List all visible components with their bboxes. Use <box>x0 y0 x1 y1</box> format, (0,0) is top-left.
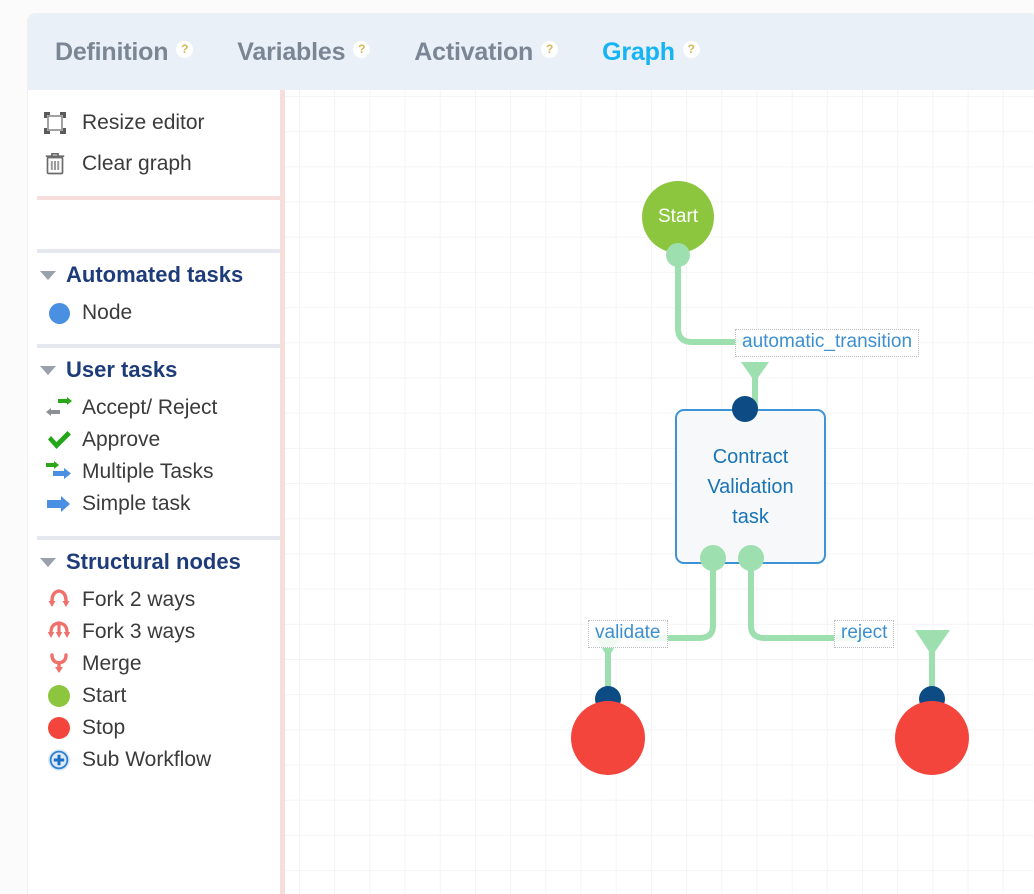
section-user-tasks[interactable]: User tasks <box>28 348 280 392</box>
palette-item-node-label: Node <box>82 301 133 324</box>
port-start-out[interactable] <box>666 243 690 267</box>
tab-graph[interactable]: Graph ? <box>602 38 700 67</box>
fork-3-icon <box>44 619 74 645</box>
graph-node-stop-2[interactable] <box>895 701 969 775</box>
port-contract-out-validate[interactable] <box>700 545 726 571</box>
palette-item-accept-reject[interactable]: Accept/ Reject <box>28 392 280 424</box>
tab-variables[interactable]: Variables ? <box>237 37 371 67</box>
green-circle-icon <box>44 683 74 709</box>
sidebar-resize-handle[interactable] <box>280 90 285 894</box>
multiple-arrows-icon <box>44 459 74 485</box>
edge-label-automatic-transition[interactable]: automatic_transition <box>735 329 920 357</box>
tab-activation[interactable]: Activation ? <box>414 37 559 67</box>
editor-body: Resize editor Clear graph Automated task… <box>28 90 1034 894</box>
port-contract-out-reject[interactable] <box>738 545 764 571</box>
tab-graph-label: Graph <box>602 37 675 66</box>
palette-item-sub-workflow-label: Sub Workflow <box>82 748 212 771</box>
trash-icon <box>40 151 70 177</box>
graph-node-contract-validation-label: Contract Validation task <box>707 445 794 528</box>
help-icon[interactable]: ? <box>176 40 194 58</box>
palette-item-simple-task[interactable]: Simple task <box>28 488 280 520</box>
palette-item-approve[interactable]: Approve <box>28 424 280 456</box>
palette-item-node[interactable]: Node <box>28 297 280 329</box>
clear-graph-button[interactable]: Clear graph <box>28 143 280 184</box>
section-automated-tasks-title: Automated tasks <box>66 262 244 287</box>
palette-sidebar: Resize editor Clear graph Automated task… <box>28 90 280 894</box>
section-automated-tasks[interactable]: Automated tasks <box>28 253 280 297</box>
graph-node-stop-1[interactable] <box>571 701 645 775</box>
tab-definition[interactable]: Definition ? <box>55 37 194 67</box>
palette-item-simple-task-label: Simple task <box>82 492 191 515</box>
fork-2-icon <box>44 587 74 613</box>
chevron-down-icon[interactable] <box>40 557 56 567</box>
edge-label-validate[interactable]: validate <box>588 620 668 648</box>
palette-item-stop-label: Stop <box>82 716 126 739</box>
tab-bar: Definition ? Variables ? Activation ? Gr… <box>28 14 1034 90</box>
palette-spacer <box>28 200 280 249</box>
tab-definition-label: Definition <box>55 37 169 66</box>
palette-item-sub-workflow[interactable]: Sub Workflow <box>28 744 280 776</box>
merge-icon <box>44 651 74 677</box>
graph-node-contract-validation[interactable]: Contract Validation task <box>675 409 826 564</box>
palette-item-start-label: Start <box>82 684 127 707</box>
graph-canvas[interactable]: Start automatic_transition Contract Vali… <box>285 90 1034 894</box>
blue-arrow-icon <box>44 491 74 517</box>
help-icon[interactable]: ? <box>353 40 371 58</box>
edge-label-reject[interactable]: reject <box>834 620 895 648</box>
red-circle-icon <box>44 715 74 741</box>
palette-item-approve-label: Approve <box>82 428 161 451</box>
clear-graph-label: Clear graph <box>82 151 192 175</box>
workflow-editor-window: Definition ? Variables ? Activation ? Gr… <box>28 14 1034 894</box>
palette-item-merge-label: Merge <box>82 652 142 675</box>
resize-icon <box>40 110 70 136</box>
palette-item-fork-3-ways-label: Fork 3 ways <box>82 620 196 643</box>
green-check-icon <box>44 427 74 453</box>
palette-item-multiple-tasks-label: Multiple Tasks <box>82 460 214 483</box>
help-icon[interactable]: ? <box>541 40 559 58</box>
section-structural-nodes[interactable]: Structural nodes <box>28 540 280 584</box>
sub-workflow-plus-icon <box>44 747 74 773</box>
palette-item-start[interactable]: Start <box>28 680 280 712</box>
resize-editor-label: Resize editor <box>82 110 205 134</box>
section-user-tasks-title: User tasks <box>66 357 178 382</box>
tab-activation-label: Activation <box>414 37 534 66</box>
palette-item-multiple-tasks[interactable]: Multiple Tasks <box>28 456 280 488</box>
palette-item-stop[interactable]: Stop <box>28 712 280 744</box>
section-structural-nodes-title: Structural nodes <box>66 549 241 574</box>
accept-reject-arrows-icon <box>44 395 74 421</box>
palette-item-merge[interactable]: Merge <box>28 648 280 680</box>
tab-variables-label: Variables <box>237 37 346 66</box>
palette-item-fork-3-ways[interactable]: Fork 3 ways <box>28 616 280 648</box>
graph-node-start-label: Start <box>657 206 699 227</box>
chevron-down-icon[interactable] <box>40 270 56 280</box>
palette-item-accept-reject-label: Accept/ Reject <box>82 396 218 419</box>
palette-item-fork-2-ways[interactable]: Fork 2 ways <box>28 584 280 616</box>
help-icon[interactable]: ? <box>682 40 700 58</box>
resize-editor-button[interactable]: Resize editor <box>28 102 280 143</box>
blue-circle-icon <box>44 300 74 326</box>
palette-item-fork-2-ways-label: Fork 2 ways <box>82 588 196 611</box>
chevron-down-icon[interactable] <box>40 365 56 375</box>
port-contract-in[interactable] <box>732 396 758 422</box>
